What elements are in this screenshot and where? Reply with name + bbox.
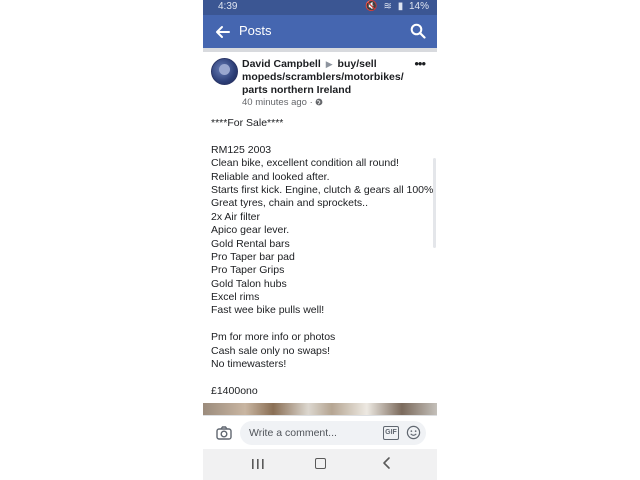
post-body-line: 2x Air filter xyxy=(211,210,261,223)
meta-separator: · xyxy=(309,97,313,108)
battery-level: 14% xyxy=(408,1,429,12)
status-bar: 4:39 🔇 ≋ ▮ 14% xyxy=(203,0,437,15)
post-timestamp[interactable]: 40 minutes ago xyxy=(242,97,307,108)
shared-to-arrow-icon: ▶ xyxy=(325,59,333,69)
post-body-line: Cash sale only no swaps! xyxy=(211,344,331,357)
post-body-line: Pm for more info or photos xyxy=(211,331,336,344)
comment-placeholder: Write a comment... xyxy=(249,427,337,439)
page-title: Posts xyxy=(239,23,272,38)
signal-icon: ▮ xyxy=(397,1,404,12)
nav-back-icon[interactable] xyxy=(381,456,393,470)
post-body-line: No timewasters! xyxy=(211,358,287,371)
post-body-line: Pro Taper Grips xyxy=(211,264,285,277)
post-body-line: Fast wee bike pulls well! xyxy=(211,304,325,317)
post-body-line: Apico gear lever. xyxy=(211,224,290,237)
post-body-line: Excel rims xyxy=(211,291,260,304)
post-body-line: ****For Sale**** xyxy=(211,117,284,129)
search-icon[interactable] xyxy=(410,23,426,39)
post-photo[interactable] xyxy=(203,403,437,415)
post-body: ****For Sale**** RM125 2003 Clean bike, ex… xyxy=(211,117,433,398)
system-nav-bar xyxy=(203,449,437,480)
post-body-line: Reliable and looked after. xyxy=(211,170,330,183)
camera-icon[interactable] xyxy=(216,425,232,441)
gif-icon[interactable]: GIF xyxy=(383,426,399,440)
post-separator xyxy=(203,48,437,52)
status-icons: 🔇 ≋ ▮ 14% xyxy=(362,1,429,12)
back-arrow-icon[interactable] xyxy=(215,24,231,40)
author-name[interactable]: David Campbell xyxy=(242,58,321,70)
post-meta: 40 minutes ago · xyxy=(242,97,323,108)
avatar-face xyxy=(219,64,230,75)
scrollbar[interactable] xyxy=(433,158,436,248)
post-body-line: Great tyres, chain and sprockets.. xyxy=(211,197,368,210)
post-body-line xyxy=(211,318,433,331)
post-body-line: Clean bike, excellent condition all roun… xyxy=(211,157,399,170)
app-bar: Posts xyxy=(203,15,437,48)
phone-screen: 4:39 🔇 ≋ ▮ 14% Posts David Campbell ▶ bu… xyxy=(203,0,437,480)
post-body-line: RM125 2003 xyxy=(211,143,272,156)
avatar[interactable] xyxy=(211,58,238,85)
comment-bar: Write a comment... GIF xyxy=(203,415,437,450)
post-body-line xyxy=(211,130,433,143)
home-icon[interactable] xyxy=(315,458,326,469)
recent-apps-icon[interactable] xyxy=(251,458,265,470)
post-body-line xyxy=(211,371,433,384)
wifi-icon: ≋ xyxy=(383,1,392,12)
post-body-line: £1400ono xyxy=(211,384,258,397)
more-options-icon[interactable]: ••• xyxy=(414,56,426,71)
post-body-line: Gold Talon hubs xyxy=(211,277,287,290)
post-header: David Campbell ▶ buy/sell mopeds/scrambl… xyxy=(242,58,412,97)
mute-icon: 🔇 xyxy=(365,1,378,12)
post-body-line: Gold Rental bars xyxy=(211,237,290,250)
comment-input[interactable]: Write a comment... GIF xyxy=(240,421,426,445)
post-body-line: Pro Taper bar pad xyxy=(211,250,295,263)
status-time: 4:39 xyxy=(218,1,238,12)
post-body-line: Starts first kick. Engine, clutch & gear… xyxy=(211,183,434,196)
globe-icon xyxy=(316,98,323,106)
emoji-icon[interactable] xyxy=(406,425,421,440)
